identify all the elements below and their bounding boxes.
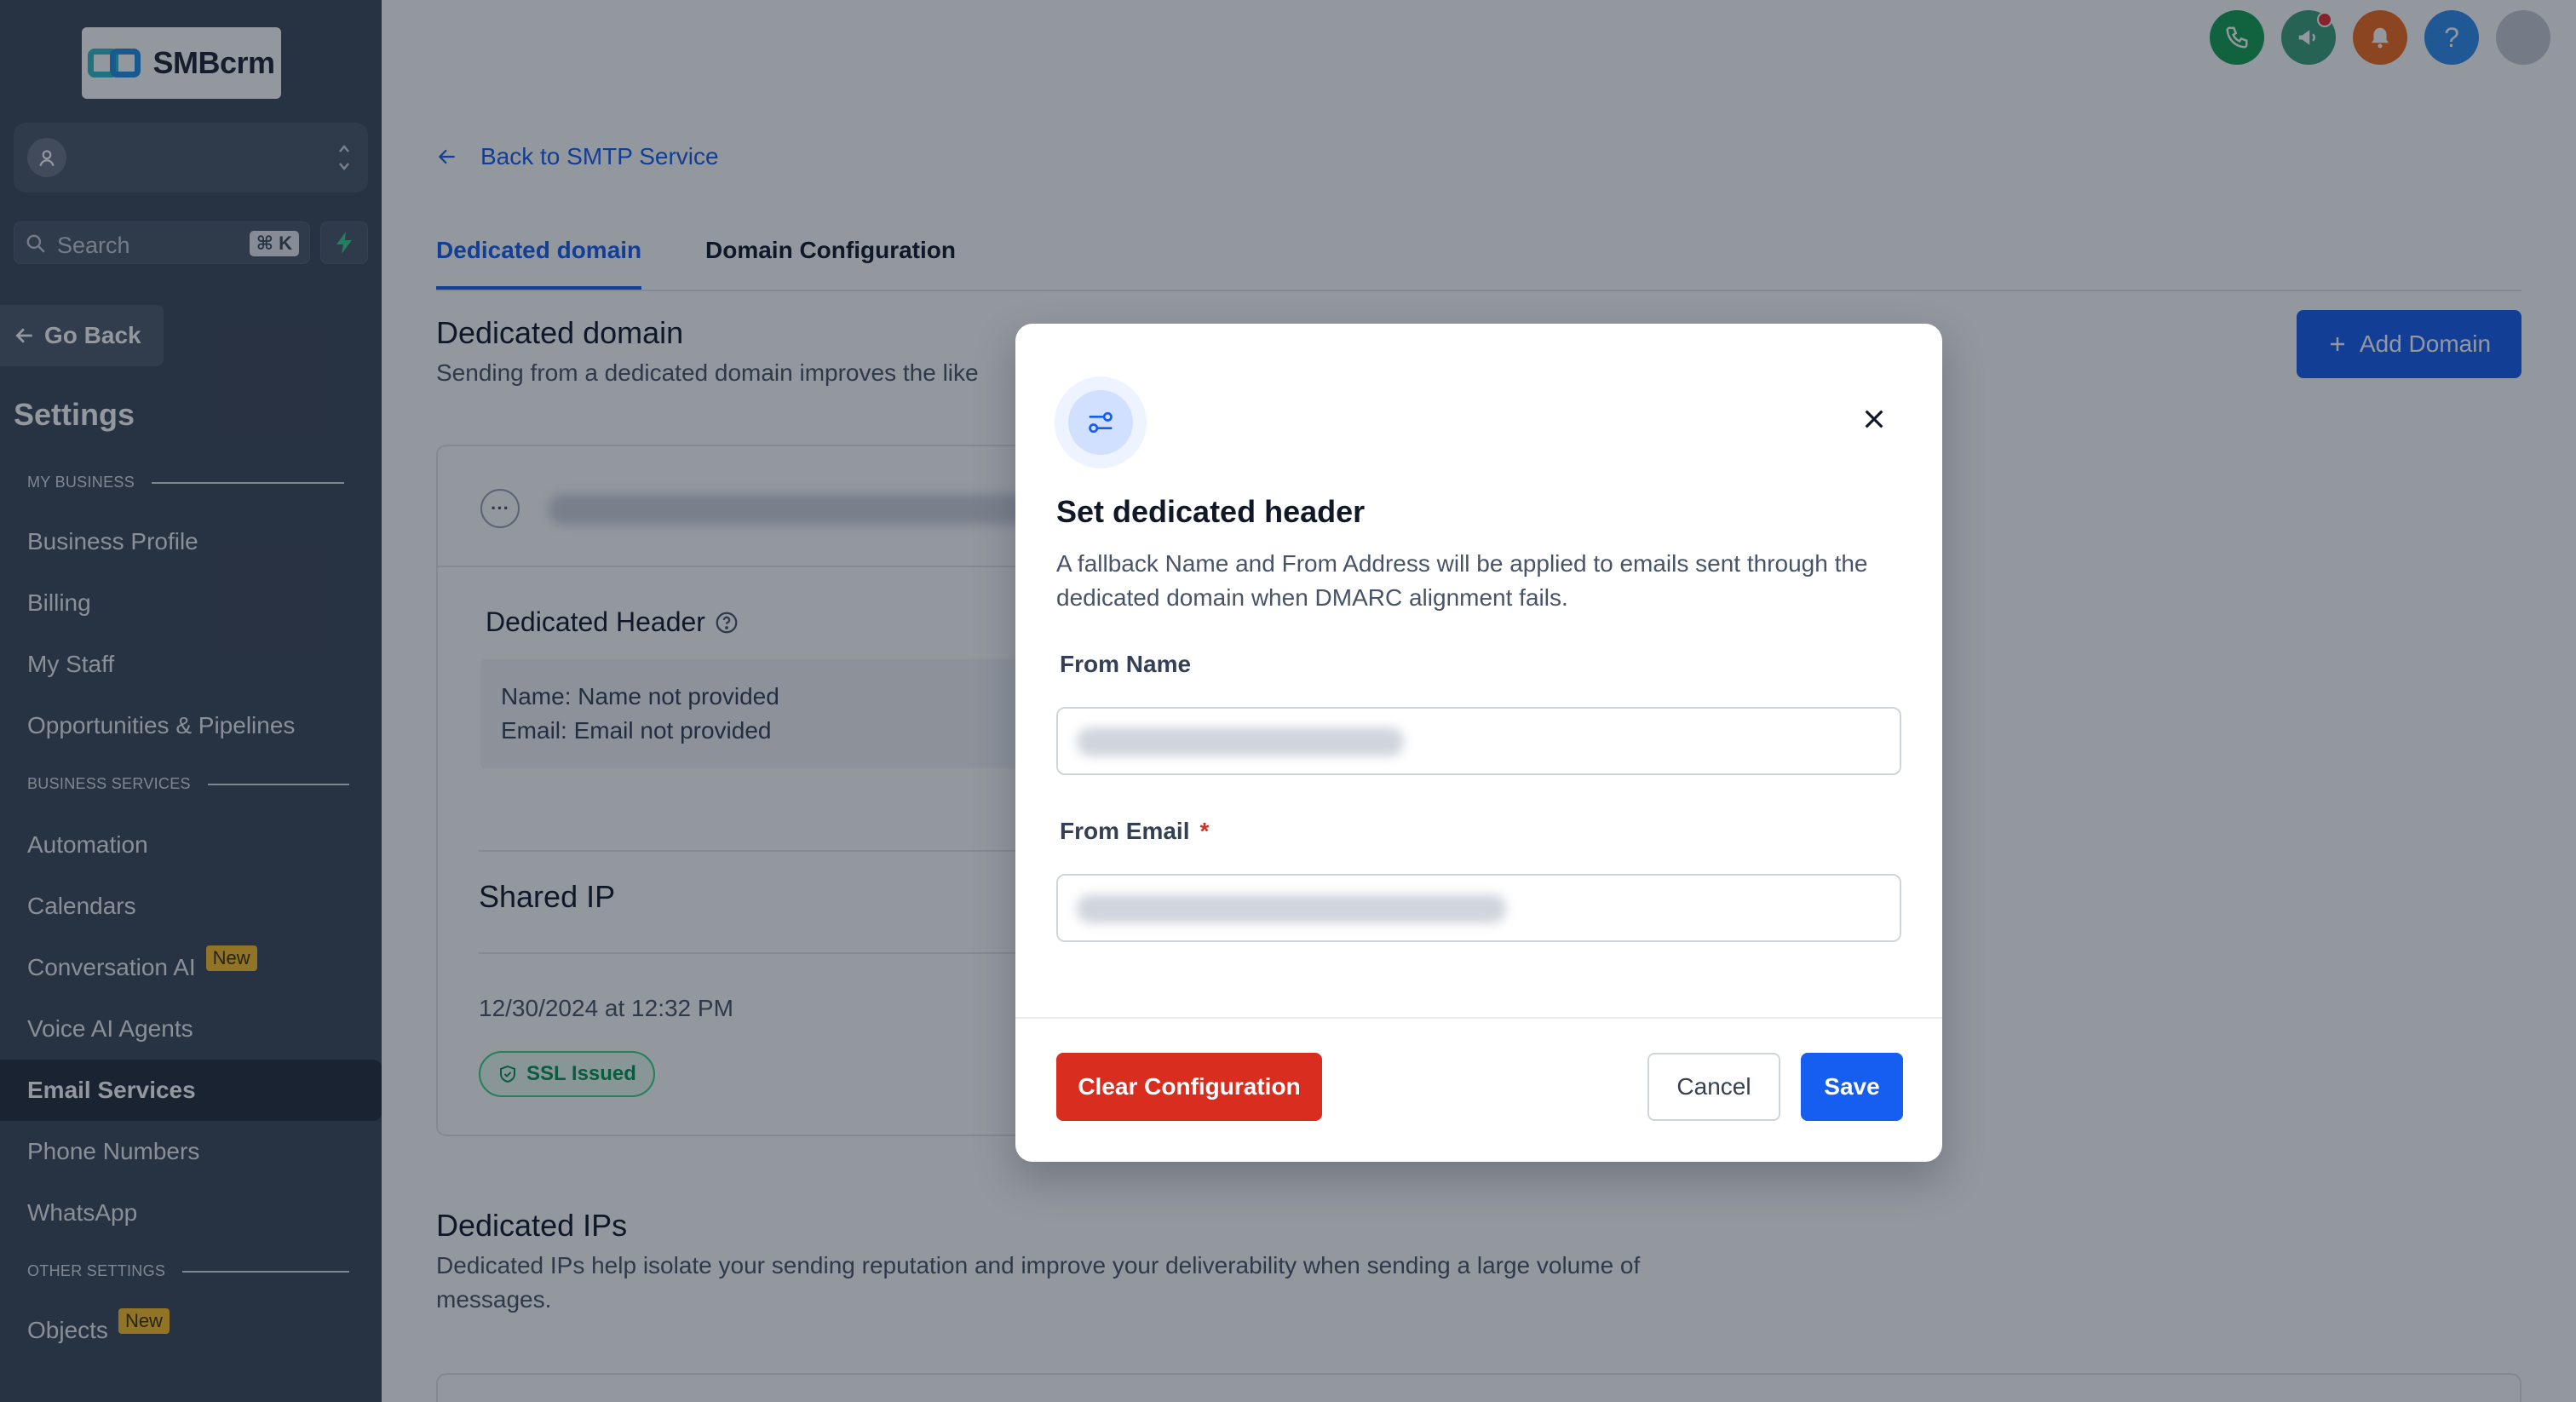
modal-description: A fallback Name and From Address will be…	[1056, 547, 1908, 615]
description-line: A fallback Name and From Address will be…	[1056, 550, 1868, 577]
description-line: dedicated domain when DMARC alignment fa…	[1056, 584, 1568, 611]
from-name-label: From Name	[1060, 651, 1192, 677]
close-icon[interactable]	[1860, 405, 1888, 433]
save-button[interactable]: Save	[1801, 1053, 1903, 1121]
modal-icon	[1055, 376, 1147, 468]
from-email-label-text: From Email	[1060, 818, 1190, 844]
blurred-input-value	[1077, 727, 1404, 756]
blurred-input-value	[1077, 894, 1506, 923]
cancel-button[interactable]: Cancel	[1647, 1053, 1780, 1121]
modal-footer-divider	[1015, 1017, 1942, 1019]
set-dedicated-header-modal: Set dedicated header A fallback Name and…	[1015, 324, 1942, 1162]
required-marker: *	[1199, 818, 1210, 844]
from-name-input[interactable]	[1056, 707, 1901, 775]
from-email-label: From Email *	[1060, 818, 1209, 845]
sliders-icon	[1089, 411, 1113, 434]
from-email-input[interactable]	[1056, 874, 1901, 942]
clear-configuration-button[interactable]: Clear Configuration	[1056, 1053, 1322, 1121]
modal-title: Set dedicated header	[1056, 494, 1366, 529]
